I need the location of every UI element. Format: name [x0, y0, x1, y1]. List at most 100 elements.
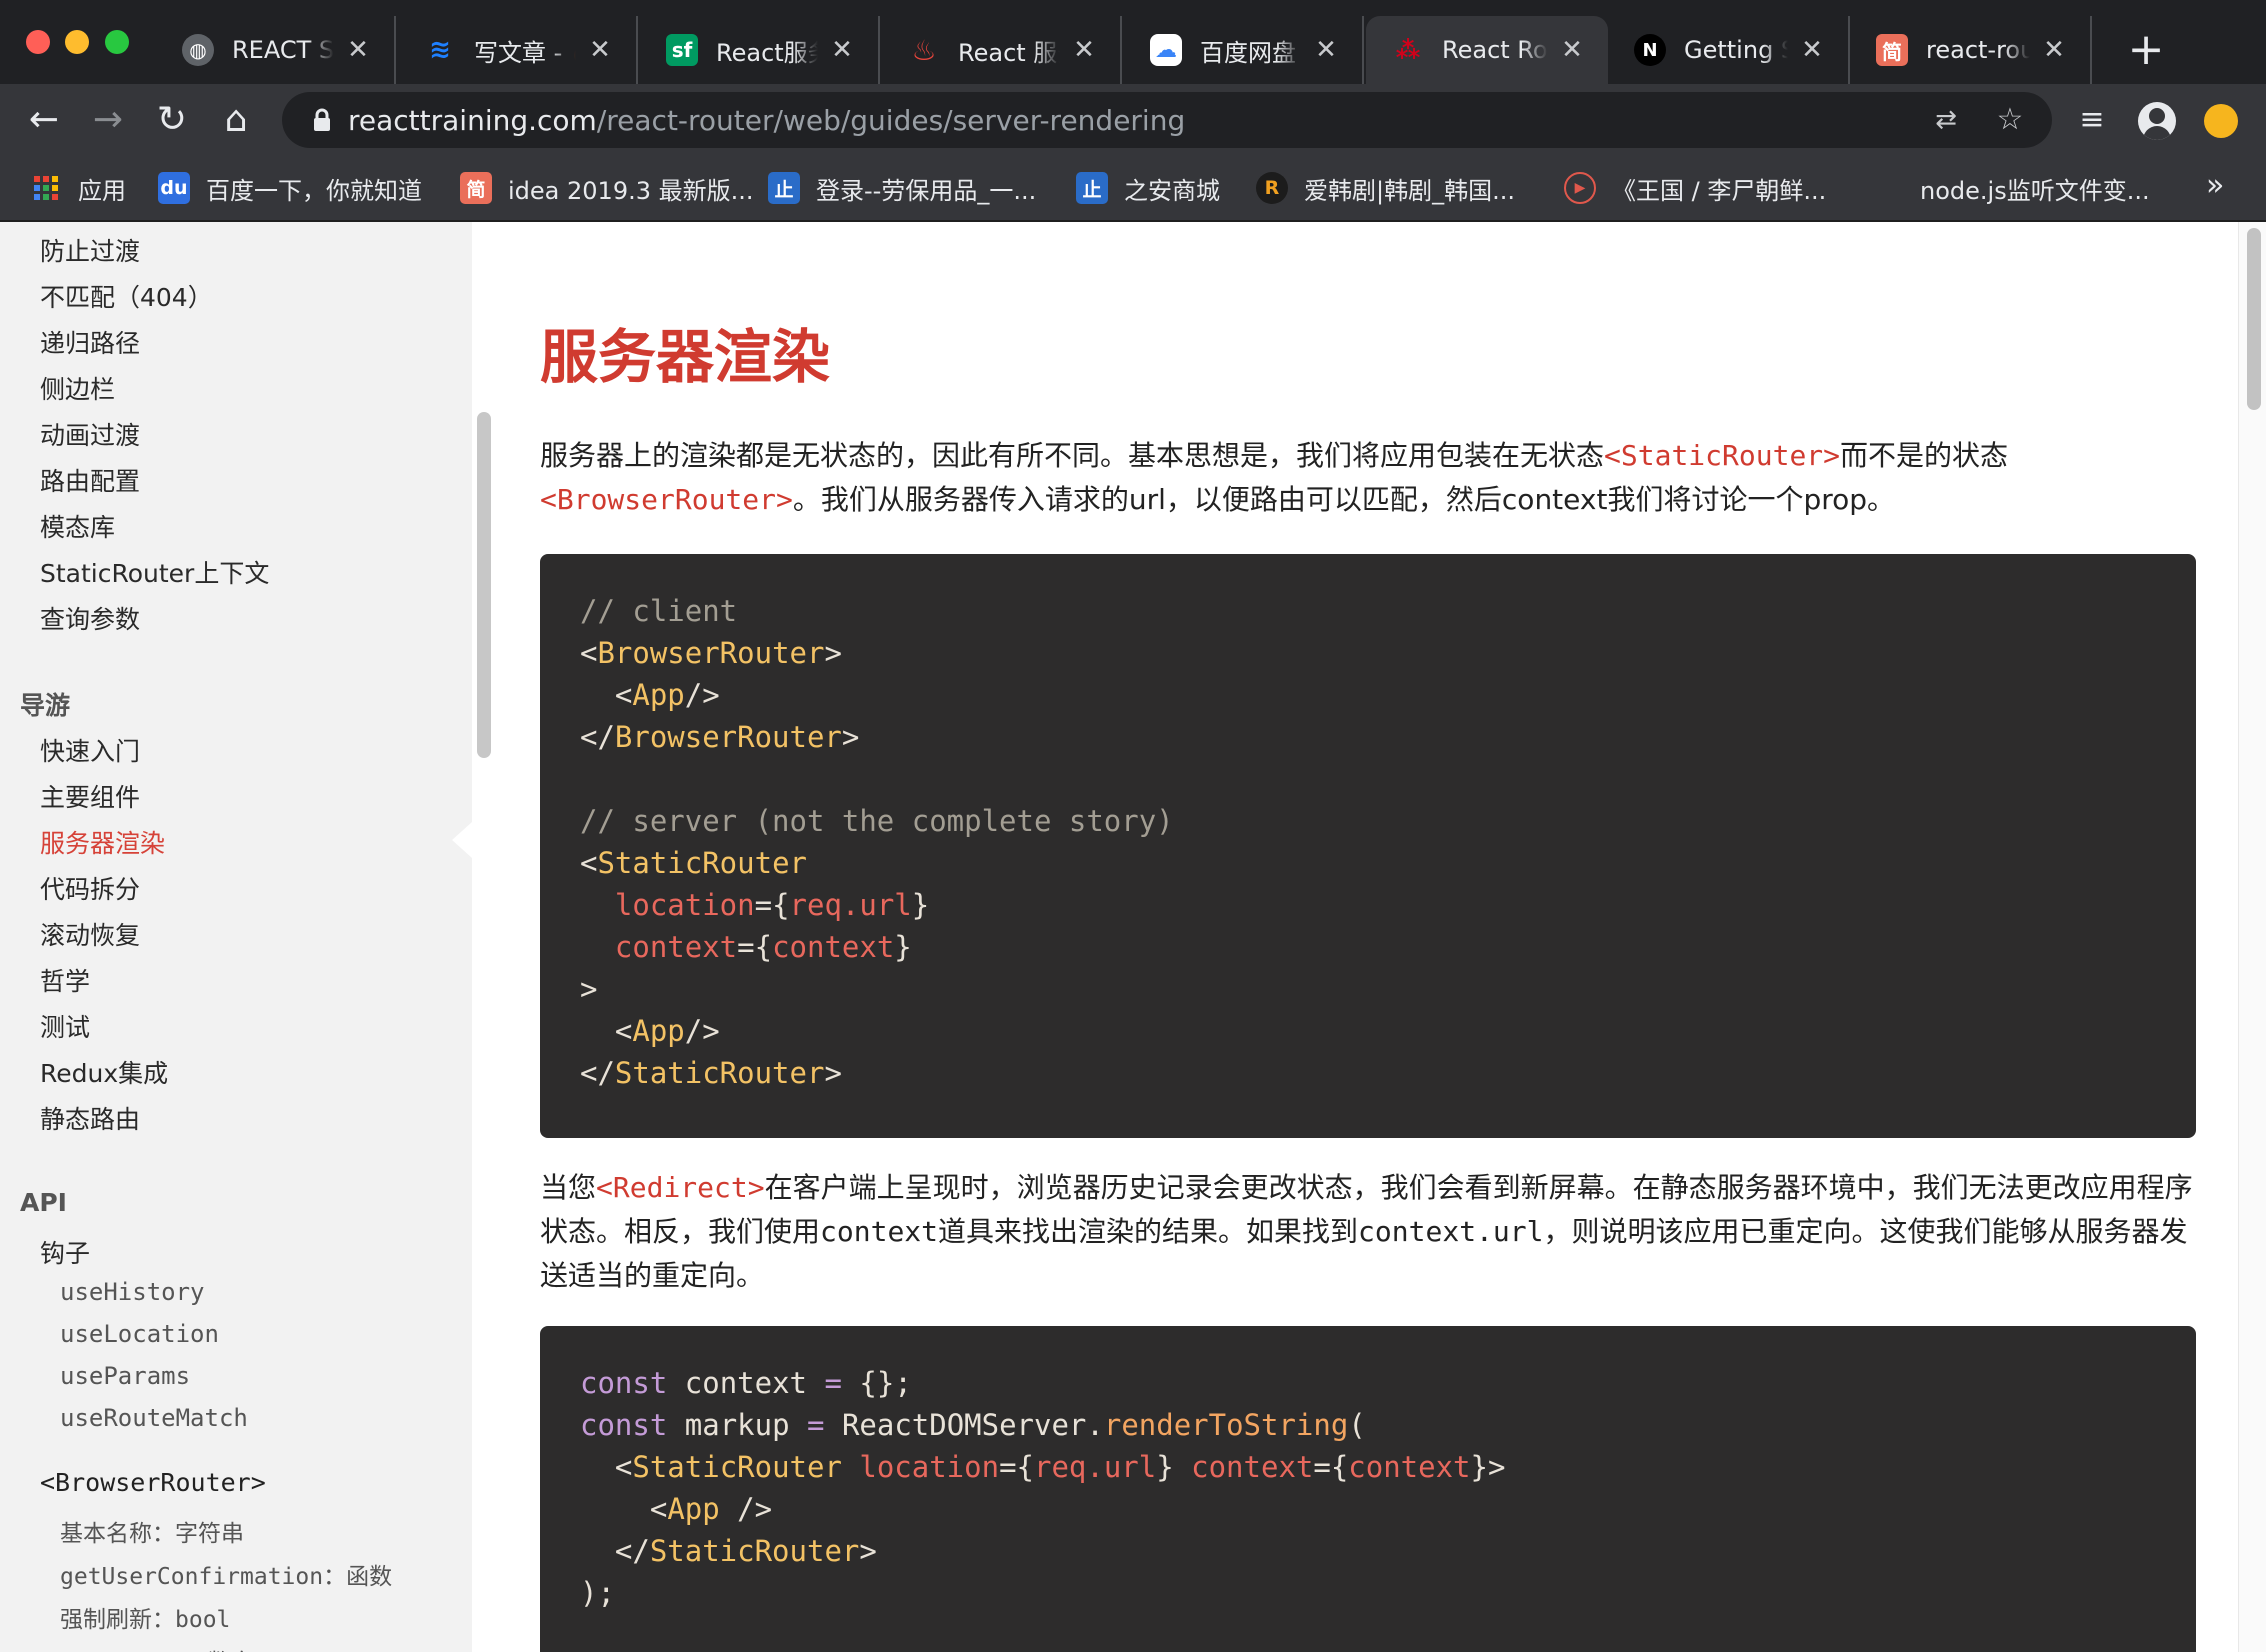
baidu-pan-icon: ☁	[1150, 34, 1182, 66]
code-block-render-to-string[interactable]: const context = {}; const markup = React…	[540, 1326, 2196, 1652]
media-control-icon[interactable]: ≡	[2070, 98, 2114, 142]
code-expression: context	[1348, 1450, 1471, 1484]
sidebar-item-animated-transitions[interactable]: 动画过渡	[40, 416, 140, 452]
translate-icon[interactable]: ⇄	[1926, 100, 1966, 140]
sidebar-item-static-router-context[interactable]: StaticRouter上下文	[40, 554, 269, 590]
sidebar-item-route-config[interactable]: 路由配置	[40, 462, 140, 498]
flame-icon: ♨	[911, 33, 937, 67]
sidebar-item-use-location[interactable]: useLocation	[60, 1320, 219, 1348]
sidebar-item-key-length[interactable]: keyLength：数字	[60, 1643, 254, 1652]
sidebar-item-query-parameters[interactable]: 查询参数	[40, 600, 140, 636]
sidebar-item-redux-integration[interactable]: Redux集成	[40, 1054, 168, 1090]
sidebar-item-browser-router[interactable]: <BrowserRouter>	[40, 1468, 266, 1497]
sidebar-section-api: API	[20, 1188, 67, 1217]
sidebar-item-server-rendering[interactable]: 服务器渲染	[40, 824, 165, 860]
bookmark-login[interactable]: 止 登录--劳保用品_一...	[768, 168, 1036, 208]
tab-segmentfault[interactable]: sf React服务 ✕	[640, 16, 880, 84]
bookmark-label: 爱韩剧|韩剧_韩国...	[1304, 176, 1515, 205]
url-path: /react-router/web/guides/server-renderin…	[596, 104, 1186, 137]
tab-juejin[interactable]: ≋ 写文章 - 🔥 ✕	[398, 16, 638, 84]
bookmark-zhian[interactable]: 止 之安商城	[1076, 168, 1220, 208]
code-expression: req.url	[1033, 1450, 1157, 1484]
text-segment: 。我们从服务器传入请求的url，以便路由可以匹配，然后context我们将讨论一…	[792, 483, 1896, 516]
more-bookmarks-icon[interactable]: »	[2206, 168, 2224, 203]
sidebar-item-prevent-transitions[interactable]: 防止过渡	[40, 232, 140, 268]
page-scrollbar-thumb[interactable]	[2247, 228, 2261, 410]
profile-avatar[interactable]	[2138, 102, 2176, 140]
tab-getting-started[interactable]: N Getting Started ✕	[1608, 16, 1850, 84]
sidebar-item-use-route-match[interactable]: useRouteMatch	[60, 1404, 248, 1432]
page-scrollbar[interactable]	[2238, 222, 2266, 1652]
sidebar-item-no-match[interactable]: 不匹配（404）	[40, 278, 213, 314]
new-tab-button[interactable]: +	[2118, 22, 2174, 78]
fullscreen-window-button[interactable]	[105, 30, 129, 54]
url-text[interactable]: reacttraining.com/react-router/web/guide…	[348, 104, 1185, 137]
sidebar-item-primary-components[interactable]: 主要组件	[40, 778, 140, 814]
home-button[interactable]: ⌂	[210, 94, 262, 146]
page-title: 服务器渲染	[540, 323, 831, 391]
close-window-button[interactable]	[26, 30, 50, 54]
redirect-link[interactable]: <Redirect>	[596, 1171, 765, 1204]
close-icon[interactable]: ✕	[1558, 35, 1586, 65]
sidebar-item-sidebar[interactable]: 侧边栏	[40, 370, 115, 406]
jianshu-icon: 简	[460, 172, 492, 204]
browser-toolbar: ← → ↻ ⌂ reacttraining.com/react-router/w…	[0, 84, 2266, 156]
tab-react-router-jianshu[interactable]: 简 react-router ✕	[1850, 16, 2092, 84]
back-button[interactable]: ←	[18, 94, 70, 146]
minimize-window-button[interactable]	[65, 30, 89, 54]
code-block-client-server[interactable]: // client <BrowserRouter> <App/> </Brows…	[540, 554, 2196, 1138]
sidebar-item-use-params[interactable]: useParams	[60, 1362, 190, 1390]
sidebar-item-philosophy[interactable]: 哲学	[40, 962, 90, 998]
bookmark-baidu[interactable]: du 百度一下，你就知道	[158, 168, 422, 208]
sidebar-item-force-refresh[interactable]: 强制刷新：bool	[60, 1600, 230, 1634]
close-icon[interactable]: ✕	[586, 35, 614, 65]
tab-baidu-pan[interactable]: ☁ 百度网盘 - ✕	[1124, 16, 1364, 84]
text-segment: 而不是的状态	[1840, 439, 2009, 472]
sidebar-item-hooks[interactable]: 钩子	[40, 1234, 90, 1270]
address-bar[interactable]: reacttraining.com/react-router/web/guide…	[282, 92, 2052, 148]
tab-title: React Router	[1442, 36, 1548, 64]
close-icon[interactable]: ✕	[344, 35, 372, 65]
r-icon: R	[1256, 172, 1288, 204]
url-host: reacttraining.com	[348, 104, 597, 137]
code-component: StaticRouter	[614, 1056, 825, 1090]
code-component: App	[667, 1492, 720, 1526]
jianshu-icon: 简	[1876, 34, 1908, 66]
tab-react-service[interactable]: ♨ React 服务 ✕	[882, 16, 1122, 84]
sidebar-item-static-routes[interactable]: 静态路由	[40, 1100, 140, 1136]
sidebar-item-modal-gallery[interactable]: 模态库	[40, 508, 115, 544]
reload-button[interactable]: ↻	[146, 94, 198, 146]
code-keyword: const	[580, 1366, 668, 1400]
sidebar-item-recursive-paths[interactable]: 递归路径	[40, 324, 140, 360]
bookmark-idea[interactable]: 简 idea 2019.3 最新版...	[460, 168, 754, 208]
sidebar-item-scroll-restoration[interactable]: 滚动恢复	[40, 916, 140, 952]
text-segment: 当您	[540, 1171, 597, 1204]
browser-router-link[interactable]: <BrowserRouter>	[540, 483, 793, 516]
static-router-link[interactable]: <StaticRouter>	[1604, 439, 1840, 472]
bookmark-kingdom[interactable]: ▶ 《王国 / 李尸朝鲜...	[1564, 168, 1826, 208]
tab-react-router[interactable]: ⁂ React Router ✕	[1366, 16, 1608, 84]
redirect-paragraph: 当您<Redirect>在客户端上呈现时，浏览器历史记录会更改状态，我们会看到新…	[540, 1166, 2200, 1298]
tab-react-ssr[interactable]: ◍ REACT SSR ✕	[156, 16, 396, 84]
close-icon[interactable]: ✕	[2040, 35, 2068, 65]
sidebar-item-code-splitting[interactable]: 代码拆分	[40, 870, 140, 906]
close-icon[interactable]: ✕	[1312, 35, 1340, 65]
sidebar-scrollbar[interactable]	[477, 412, 491, 758]
tab-title: 写文章 - 🔥	[474, 38, 576, 67]
bookmark-nodejs[interactable]: node.js监听文件变...	[1920, 168, 2150, 208]
sidebar-item-basename[interactable]: 基本名称：字符串	[60, 1514, 244, 1548]
close-icon[interactable]: ✕	[1798, 35, 1826, 65]
close-icon[interactable]: ✕	[1070, 35, 1098, 65]
sidebar-item-get-user-confirmation[interactable]: getUserConfirmation：函数	[60, 1557, 392, 1591]
bookmark-aihanju[interactable]: R 爱韩剧|韩剧_韩国...	[1256, 168, 1515, 208]
code-component: App	[632, 678, 685, 712]
forward-button[interactable]: →	[82, 94, 134, 146]
close-icon[interactable]: ✕	[828, 35, 856, 65]
sidebar-item-use-history[interactable]: useHistory	[60, 1278, 205, 1306]
bookmark-star-icon[interactable]: ☆	[1990, 100, 2030, 140]
extension-icon[interactable]	[2204, 104, 2238, 138]
sidebar-item-testing[interactable]: 测试	[40, 1008, 90, 1044]
tab-title: react-router	[1926, 36, 2030, 64]
sidebar-item-quick-start[interactable]: 快速入门	[40, 732, 140, 768]
bookmark-apps[interactable]: 应用	[30, 168, 126, 208]
